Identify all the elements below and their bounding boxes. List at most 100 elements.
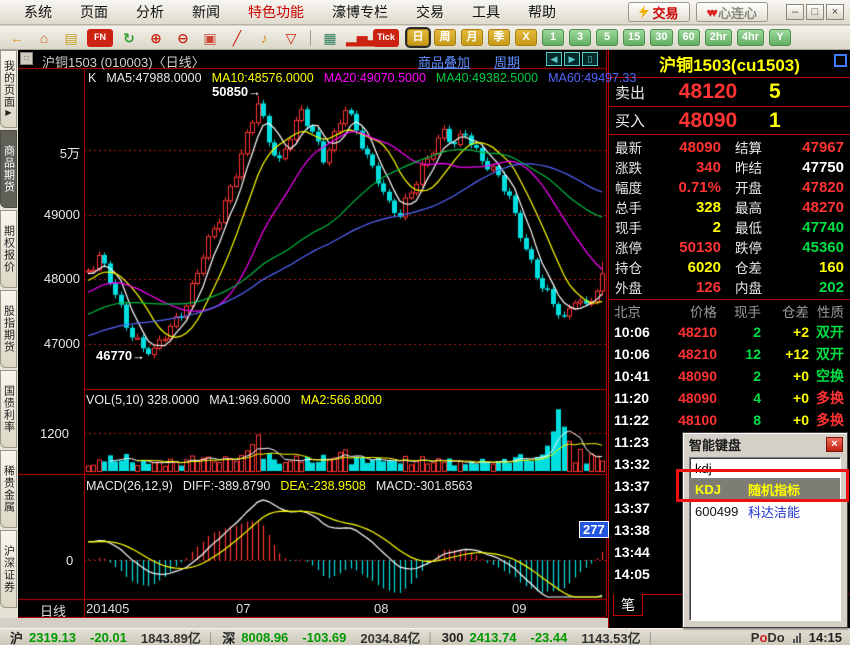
menu-新闻[interactable]: 新闻	[178, 0, 234, 24]
trade-button[interactable]: 交易	[628, 2, 690, 22]
chart-region: ∷ 沪铜1503 (010003)〈日线〉 商品叠加 周期 ◀ ▶ ▯ KMA5…	[18, 50, 608, 618]
detach-panel-icon[interactable]	[834, 54, 847, 67]
low-price-marker: 46770→	[96, 348, 145, 363]
refresh-icon[interactable]: ↻	[118, 29, 140, 47]
heart-button-label: 心连心	[718, 3, 757, 22]
time-axis-tick: 07	[236, 601, 250, 616]
quote-stat-row: 现手2 最低47740	[609, 217, 850, 237]
vol-legend-item: MA1:969.6000	[209, 393, 290, 407]
popup-close-icon[interactable]: ×	[826, 437, 843, 452]
market-sidebar: 我的页面▶ 商品期货期权报价股指期货国债利率稀贵金属沪深证券	[0, 50, 18, 618]
draw-icon[interactable]: ╱	[226, 29, 248, 47]
zoom-in-icon[interactable]: ⊕	[145, 29, 167, 47]
sidebar-tab-国债利率[interactable]: 国债利率	[0, 370, 17, 448]
high-price-marker: 50850→	[212, 84, 261, 99]
menu-特色功能[interactable]: 特色功能	[234, 0, 318, 24]
sidebar-tab-商品期货[interactable]: 商品期货	[0, 130, 17, 208]
quote-stat-row: 外盘126 内盘202	[609, 277, 850, 297]
quote-stat-row: 涨停50130 跌停45360	[609, 237, 850, 257]
sidebar-tab-沪深证券[interactable]: 沪深证券	[0, 530, 17, 608]
time-axis-tick: 201405	[86, 601, 129, 616]
split-view-icon[interactable]: ▯	[582, 52, 598, 66]
toolbar-icons: ← ⌂ ▤ FN ↻ ⊕ ⊖ ▣ ╱ ♪ ▽ ▦ ▂▅▃ Tick	[0, 29, 399, 47]
chart-canvas[interactable]	[18, 50, 608, 618]
menu-页面[interactable]: 页面	[66, 0, 122, 24]
period-30[interactable]: 30	[650, 29, 672, 46]
price-axis-tick: 49000	[18, 207, 80, 222]
period-1[interactable]: 1	[542, 29, 564, 46]
signal-icon	[793, 632, 801, 643]
macd-legend-item: DIFF:-389.8790	[183, 479, 271, 493]
price-axis-tick: 5万	[18, 143, 80, 162]
tick-icon[interactable]: Tick	[373, 29, 399, 47]
keyboard-result-600499[interactable]: 600499科达洁能	[690, 500, 840, 522]
overlay-icon[interactable]: ▣	[199, 29, 221, 47]
bid-qty: 1	[763, 109, 781, 133]
tick-row: 10:0648210 12+12 双开	[609, 343, 850, 365]
tick-row: 11:2048090 4+0 多换	[609, 387, 850, 409]
macd-legend-item: DEA:-238.9508	[280, 479, 365, 493]
home-icon[interactable]: ⌂	[33, 29, 55, 47]
quote-title-text: 沪铜1503(cu1503)	[659, 51, 800, 76]
macd-legend: MACD(26,12,9)DIFF:-389.8790DEA:-238.9508…	[86, 477, 482, 495]
menu-帮助[interactable]: 帮助	[514, 0, 570, 24]
kline-icon[interactable]: ▂▅▃	[346, 29, 368, 47]
trade-button-label: 交易	[653, 3, 679, 22]
quote-table-icon[interactable]: ▦	[319, 29, 341, 47]
ma-legend: KMA5:47988.0000MA10:48576.0000MA20:49070…	[88, 69, 646, 87]
toolbar-separator	[310, 30, 311, 46]
menu-交易[interactable]: 交易	[402, 0, 458, 24]
period-Y[interactable]: Y	[769, 29, 791, 46]
period-周[interactable]: 周	[434, 29, 456, 46]
sidebar-tab-股指期货[interactable]: 股指期货	[0, 290, 17, 368]
menu-工具[interactable]: 工具	[458, 0, 514, 24]
menu-bar: 系统页面分析新闻特色功能濠博专栏交易工具帮助 交易 ♥♥ 心连心 – □ ×	[0, 0, 850, 25]
sidebar-tab-稀贵金属[interactable]: 稀贵金属	[0, 450, 17, 528]
filter-icon[interactable]: ▽	[280, 29, 302, 47]
period-3[interactable]: 3	[569, 29, 591, 46]
zoom-out-icon[interactable]: ⊖	[172, 29, 194, 47]
period-X[interactable]: X	[515, 29, 537, 46]
tick-tab[interactable]: 笔	[613, 594, 643, 616]
period-日[interactable]: 日	[407, 29, 429, 46]
ma-legend-item: MA20:49070.5000	[324, 71, 426, 85]
minimize-button[interactable]: –	[786, 4, 804, 20]
menu-濠博专栏[interactable]: 濠博专栏	[318, 0, 402, 24]
menu-系统[interactable]: 系统	[10, 0, 66, 24]
ask-price: 48120	[653, 80, 763, 104]
next-page-icon[interactable]: ▶	[564, 52, 580, 66]
sidebar-tab-期权报价[interactable]: 期权报价	[0, 210, 17, 288]
index-segment-300: 3002413.74 -23.441143.53亿	[432, 628, 649, 645]
quote-stat-row: 最新48090 结算47967	[609, 137, 850, 157]
bid-label: 买入	[609, 110, 653, 131]
maximize-button[interactable]: □	[806, 4, 824, 20]
sidebar-tab-我的页面[interactable]: 我的页面▶	[0, 50, 17, 128]
menu-分析[interactable]: 分析	[122, 0, 178, 24]
macd-axis-label: 0	[66, 553, 73, 568]
period-2hr[interactable]: 2hr	[705, 29, 732, 46]
menu-items: 系统页面分析新闻特色功能濠博专栏交易工具帮助	[0, 0, 570, 24]
ma-legend-item: MA10:48576.0000	[212, 71, 314, 85]
toolbar: ← ⌂ ▤ FN ↻ ⊕ ⊖ ▣ ╱ ♪ ▽ ▦ ▂▅▃ Tick 日周月季X135 15 30 60 2hr 4h…	[0, 26, 850, 50]
splitter-button[interactable]: ∷	[20, 52, 33, 65]
fn-icon[interactable]: FN	[87, 29, 113, 47]
axis-period-label: 日线	[40, 601, 66, 620]
period-4hr[interactable]: 4hr	[737, 29, 764, 46]
period-60[interactable]: 60	[678, 29, 700, 46]
quote-stat-row: 涨跌340 昨结47750	[609, 157, 850, 177]
period-季[interactable]: 季	[488, 29, 510, 46]
close-button[interactable]: ×	[826, 4, 844, 20]
back-icon[interactable]: ←	[6, 29, 28, 47]
tick-row: 10:4148090 2+0 空换	[609, 365, 850, 387]
alert-icon[interactable]: ♪	[253, 29, 275, 47]
period-5[interactable]: 5	[596, 29, 618, 46]
prev-page-icon[interactable]: ◀	[546, 52, 562, 66]
period-月[interactable]: 月	[461, 29, 483, 46]
price-axis-tick: 47000	[18, 336, 80, 351]
price-axis-tick: 48000	[18, 271, 80, 286]
quote-stat-row: 总手328 最高48270	[609, 197, 850, 217]
report-icon[interactable]: ▤	[60, 29, 82, 47]
period-15[interactable]: 15	[623, 29, 645, 46]
window-controls: – □ ×	[786, 4, 844, 20]
heart-link-button[interactable]: ♥♥ 心连心	[696, 2, 768, 22]
